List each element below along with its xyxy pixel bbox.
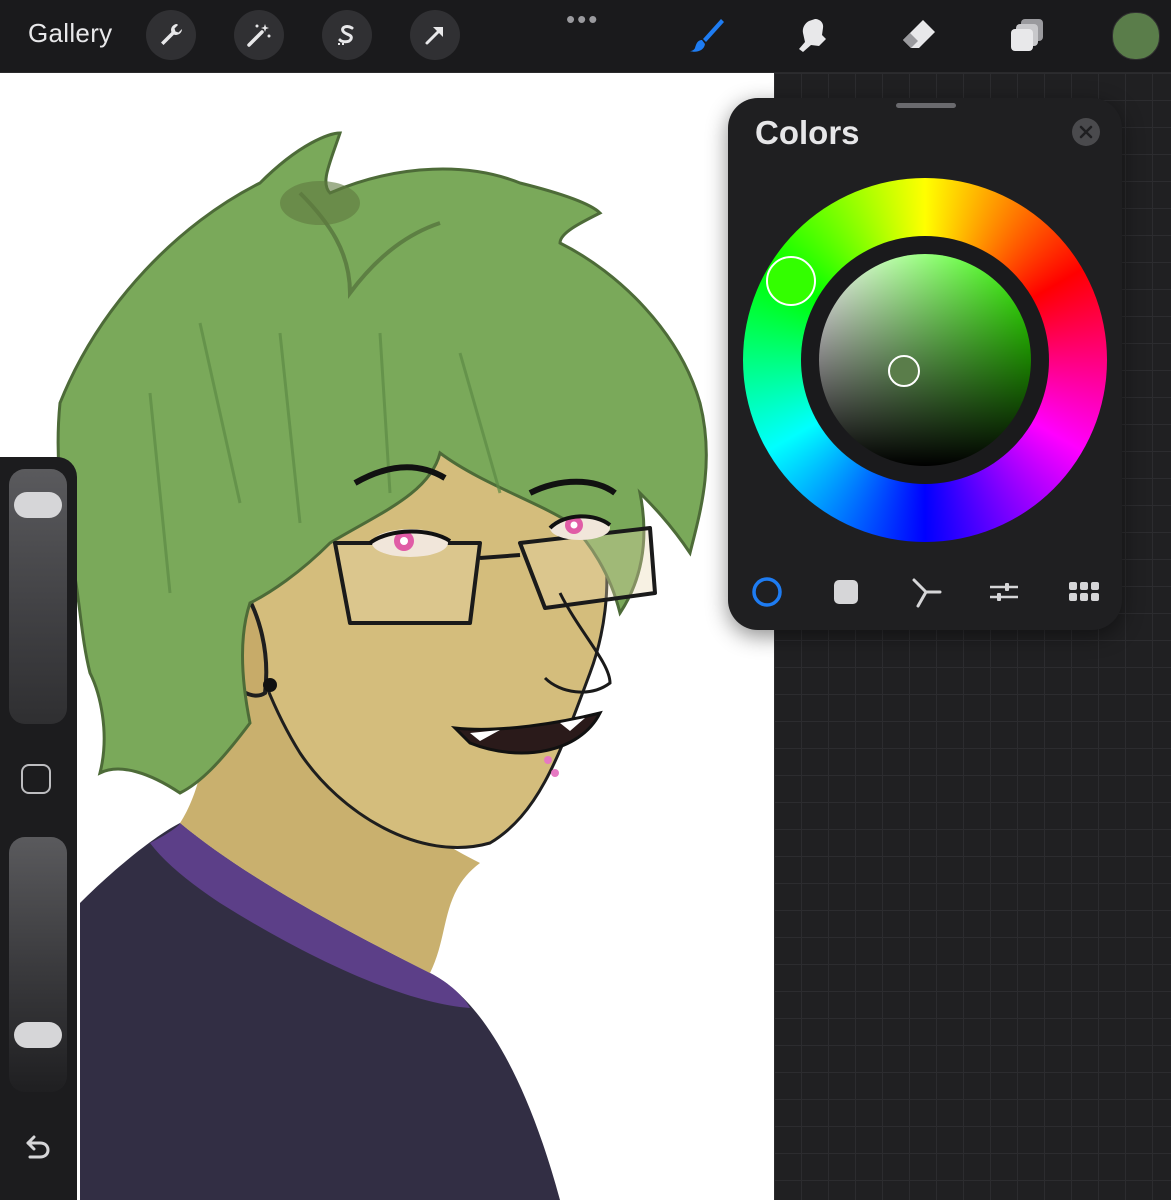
smudge-button[interactable] [790,12,836,58]
layers-icon [1011,19,1043,51]
eraser-icon [903,20,935,48]
transform-button[interactable] [410,10,460,60]
brush-size-thumb[interactable] [14,491,62,518]
tab-harmony[interactable] [908,574,944,610]
current-color-button[interactable] [1112,12,1160,60]
color-selector-knob[interactable] [888,355,920,387]
brush-size-slider[interactable] [9,469,67,724]
arrow-cursor-icon [425,27,443,45]
panel-drag-handle[interactable] [896,103,956,108]
actions-button[interactable] [146,10,196,60]
magic-wand-icon [247,24,271,47]
drawing-canvas[interactable] [0,73,774,1200]
smudge-finger-icon [799,19,826,52]
left-sidebar [0,457,77,1200]
tab-classic[interactable] [828,574,864,610]
tab-value[interactable] [986,574,1022,610]
selection-s-icon [338,25,354,45]
opacity-thumb[interactable] [14,1021,62,1048]
top-toolbar: Gallery ••• [0,0,1171,73]
saturation-brightness-disc[interactable] [819,254,1031,466]
gallery-button[interactable]: Gallery [28,18,112,49]
eraser-button[interactable] [896,12,942,58]
harmony-y-icon [912,578,942,608]
artwork-illustration [56,131,708,1200]
circle-outline-icon [752,577,782,607]
close-x-icon [1079,125,1093,139]
modify-button square-outline-icon[interactable] [21,764,51,794]
more-options-button[interactable]: ••• [566,4,599,35]
layers-button[interactable] [1004,12,1050,58]
wrench-icon [161,24,182,45]
tab-disc[interactable] [749,574,785,610]
panel-title: Colors [755,114,860,151]
colors-panel: Colors [728,98,1122,630]
brush-icon [690,19,724,52]
grid-palette-icon [1069,582,1099,601]
brush-button[interactable] [684,12,730,58]
undo-arrow-icon [26,1135,50,1159]
undo-button[interactable] [20,1127,56,1163]
sliders-icon [990,583,1018,601]
opacity-slider[interactable] [9,837,67,1092]
adjustments-button[interactable] [234,10,284,60]
hue-selector-knob[interactable] [766,256,816,306]
filled-square-icon [834,580,858,604]
selection-button[interactable] [322,10,372,60]
close-panel-button[interactable] [1072,118,1100,146]
tab-palettes[interactable] [1066,574,1102,610]
